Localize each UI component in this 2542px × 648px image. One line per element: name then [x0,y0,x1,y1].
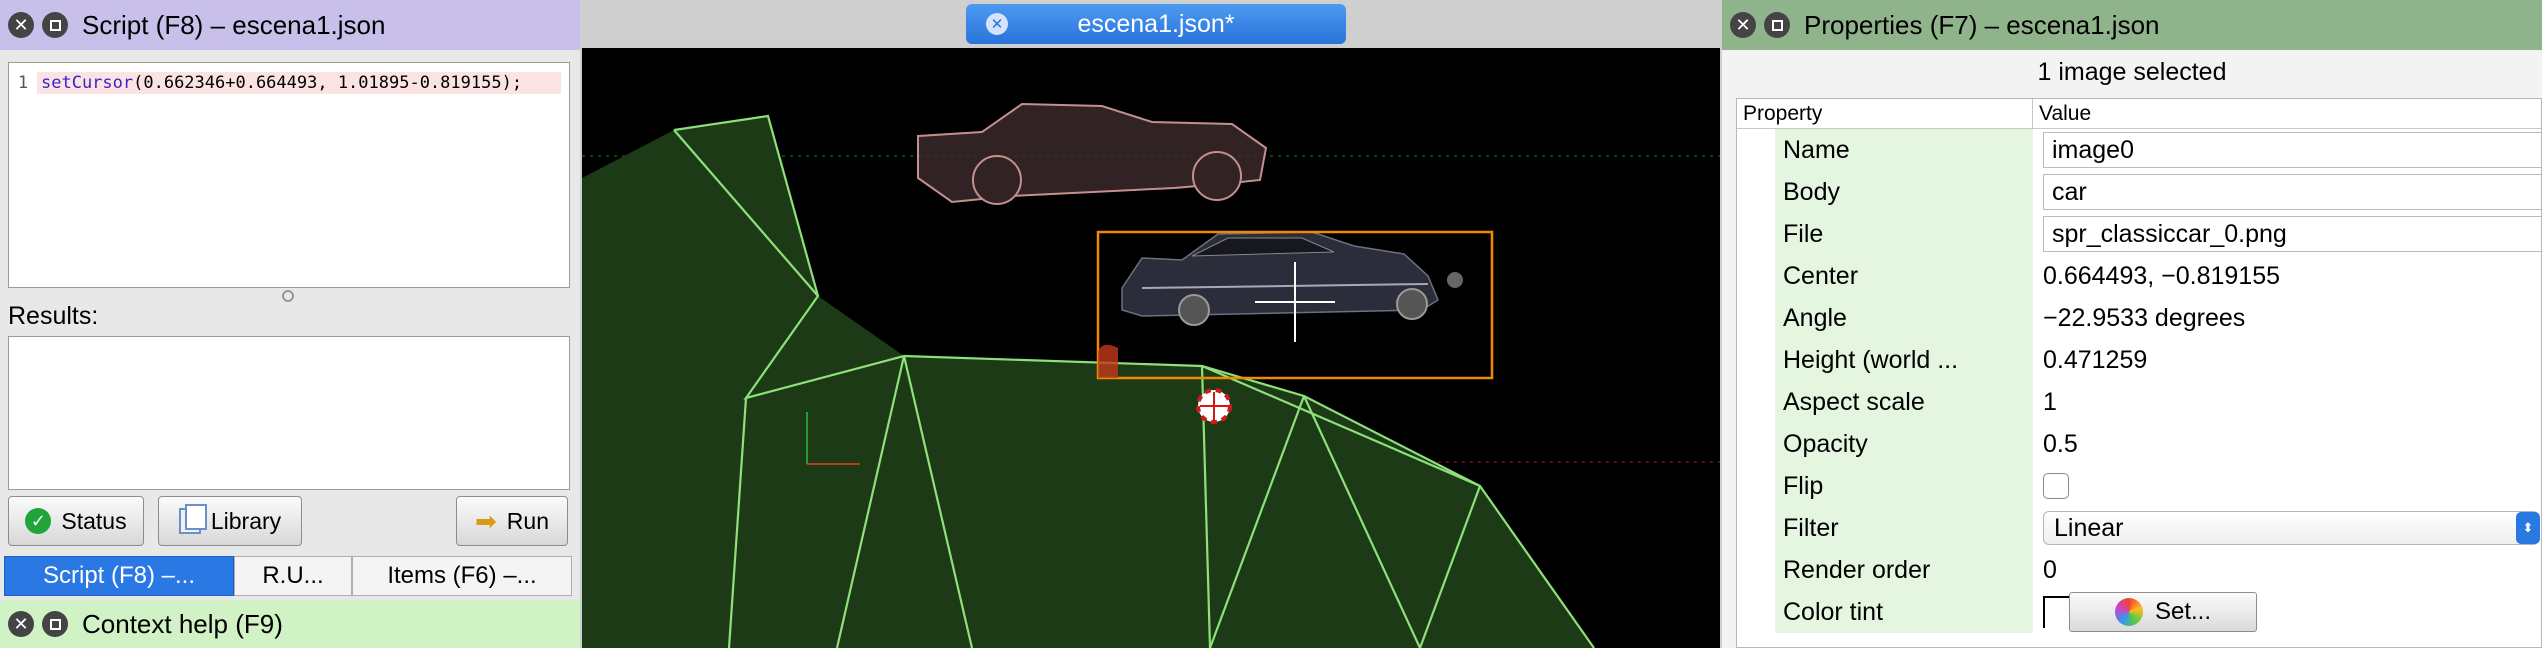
results-area[interactable] [8,336,570,490]
property-row-flip: Flip [1737,465,2541,507]
scene-editor: ✕ escena1.json* [580,0,1722,648]
undock-icon[interactable] [1764,12,1790,38]
results-label: Results: [8,302,99,330]
property-label: Name [1775,129,2033,171]
file-field[interactable]: spr_classiccar_0.png [2033,213,2541,255]
document-tab[interactable]: ✕ escena1.json* [966,4,1346,44]
close-icon[interactable]: ✕ [1730,12,1756,38]
property-row-render-order: Render order 0 [1737,549,2541,591]
code-text[interactable]: setCursor (0.662346+0.664493, 1.01895-0.8… [37,72,561,94]
car-sprite[interactable] [1121,231,1463,326]
run-button[interactable]: ➡ Run [456,496,568,546]
code-arguments: (0.662346+0.664493, 1.01895-0.819155); [133,73,523,93]
tab-ru[interactable]: R.U... [234,556,352,596]
aspect-scale-value[interactable]: 1 [2033,381,2541,423]
script-panel-header: ✕ Script (F8) – escena1.json [0,0,580,50]
line-number: 1 [17,73,29,93]
scene-canvas[interactable] [582,48,1720,648]
context-help-header: ✕ Context help (F9) [0,600,580,648]
close-icon[interactable]: ✕ [8,611,34,637]
height-value[interactable]: 0.471259 [2033,339,2541,381]
script-panel: ✕ Script (F8) – escena1.json 1 setCursor… [0,0,580,648]
property-label: Render order [1775,549,2033,591]
property-row-body: Body car [1737,171,2541,213]
body-field[interactable]: car [2033,171,2541,213]
set-color-button-label: Set... [2154,598,2212,625]
library-button-label: Library [210,507,282,534]
library-icon [178,504,207,534]
run-button-label: Run [506,507,549,534]
arrow-right-icon: ➡ [475,505,497,536]
column-header-value[interactable]: Value [2033,99,2091,128]
scene-drawing[interactable] [582,48,1720,648]
chevron-updown-icon: ⬍ [2516,512,2540,544]
close-icon[interactable]: ✕ [986,13,1008,35]
flip-checkbox[interactable] [2043,473,2069,499]
check-icon: ✓ [25,508,52,534]
opacity-value[interactable]: 0.5 [2033,423,2541,465]
property-row-opacity: Opacity 0.5 [1737,423,2541,465]
property-label: Height (world ... [1775,339,2033,381]
context-help-title: Context help (F9) [82,608,283,639]
property-row-center: Center 0.664493, −0.819155 [1737,255,2541,297]
splitter-handle[interactable] [282,290,294,302]
selection-summary: 1 image selected [2037,58,2227,86]
property-label: Flip [1775,465,2033,507]
undock-icon[interactable] [42,611,68,637]
property-label: Body [1775,171,2033,213]
center-value[interactable]: 0.664493, −0.819155 [2033,255,2541,297]
property-label: File [1775,213,2033,255]
property-label: Angle [1775,297,2033,339]
property-table-header: Property Value [1737,99,2541,129]
property-row-file: File spr_classiccar_0.png [1737,213,2541,255]
angle-value[interactable]: −22.9533 degrees [2033,297,2541,339]
property-row-angle: Angle −22.9533 degrees [1737,297,2541,339]
cursor-target-icon[interactable] [1196,388,1232,424]
rotation-handle [1098,344,1118,378]
property-label: Center [1775,255,2033,297]
status-button-label: Status [61,507,127,534]
set-color-button[interactable]: Set... [2069,592,2257,632]
properties-panel-title: Properties (F7) – escena1.json [1804,9,2160,40]
filter-select-value: Linear [2054,513,2124,542]
properties-panel-header: ✕ Properties (F7) – escena1.json [1722,0,2542,50]
property-row-color-tint: Color tint Set... [1737,591,2541,633]
script-editor[interactable]: 1 setCursor (0.662346+0.664493, 1.01895-0… [8,62,570,288]
property-row-filter: Filter Linear ⬍ [1737,507,2541,549]
property-table: Property Value Name image0 Body car File… [1736,98,2542,648]
code-function: setCursor [41,73,134,93]
script-panel-title: Script (F8) – escena1.json [82,9,386,40]
close-icon[interactable]: ✕ [8,12,34,38]
property-label: Aspect scale [1775,381,2033,423]
left-tab-bar: Script (F8) –... R.U... Items (F6) –... [4,556,572,596]
name-field[interactable]: image0 [2033,129,2541,171]
render-order-value[interactable]: 0 [2033,549,2541,591]
color-palette-icon [2114,598,2143,626]
property-label: Opacity [1775,423,2033,465]
body-polygon[interactable] [582,114,1595,648]
property-row-height: Height (world ... 0.471259 [1737,339,2541,381]
document-tab-label: escena1.json* [1077,9,1235,38]
library-button[interactable]: Library [158,496,302,546]
property-row-aspect-scale: Aspect scale 1 [1737,381,2541,423]
properties-panel: ✕ Properties (F7) – escena1.json 1 image… [1722,0,2542,648]
ghost-car-outline[interactable] [917,102,1268,205]
property-row-name: Name image0 [1737,129,2541,171]
property-label: Color tint [1775,591,2033,633]
column-header-property[interactable]: Property [1737,99,2033,128]
undock-icon[interactable] [42,12,68,38]
tab-script[interactable]: Script (F8) –... [4,556,234,596]
property-label: Filter [1775,507,2033,549]
filter-select[interactable]: Linear ⬍ [2033,507,2541,549]
status-button[interactable]: ✓ Status [8,496,144,546]
tab-items[interactable]: Items (F6) –... [352,556,572,596]
code-line[interactable]: 1 setCursor (0.662346+0.664493, 1.01895-0… [9,71,561,95]
